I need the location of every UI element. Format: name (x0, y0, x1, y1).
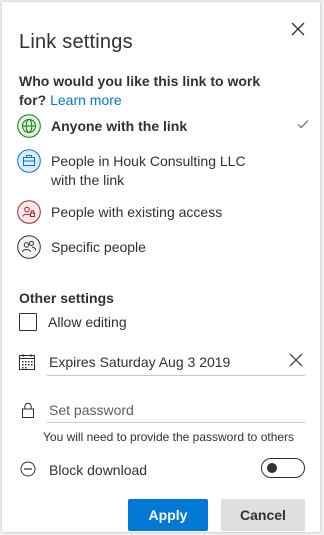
allow-editing-checkbox[interactable] (19, 313, 37, 331)
option-label: People in Houk Consulting LLC with the l… (51, 153, 246, 188)
people-icon (17, 235, 41, 259)
option-label: Specific people (51, 239, 146, 255)
calendar-icon (19, 354, 35, 370)
password-input[interactable] (47, 397, 301, 423)
toggle-knob (267, 463, 277, 473)
allow-editing-row[interactable]: Allow editing (19, 313, 127, 331)
option-people-in-org[interactable]: People in Houk Consulting LLC with the l… (17, 149, 312, 193)
existing-access-icon (17, 200, 41, 224)
expiration-date-text: Expires Saturday Aug 3 2019 (49, 354, 231, 370)
learn-more-link[interactable]: Learn more (50, 92, 122, 108)
option-anyone-with-link[interactable]: Anyone with the link (17, 114, 312, 140)
option-label: Anyone with the link (51, 118, 188, 134)
close-button[interactable] (288, 19, 308, 39)
lock-icon (22, 402, 34, 418)
clear-expiration-icon[interactable] (289, 353, 303, 367)
allow-editing-label: Allow editing (48, 314, 127, 330)
dialog-title: Link settings (19, 31, 133, 53)
password-hint: You will need to provide the password to… (43, 430, 295, 444)
option-specific-people[interactable]: Specific people (17, 235, 312, 261)
option-existing-access[interactable]: People with existing access (17, 200, 312, 226)
option-label: People with existing access (51, 204, 223, 220)
close-icon (291, 22, 305, 36)
password-row (19, 395, 305, 425)
audience-question: Who would you like this link to work for… (19, 72, 269, 110)
briefcase-icon (17, 149, 41, 173)
password-underline (47, 422, 305, 423)
block-download-row: Block download (19, 458, 305, 482)
block-icon (20, 461, 36, 477)
other-settings-title: Other settings (19, 290, 114, 306)
apply-button[interactable]: Apply (128, 499, 208, 531)
expiration-field[interactable]: Expires Saturday Aug 3 2019 (19, 348, 305, 378)
cancel-button[interactable]: Cancel (221, 499, 305, 531)
globe-icon (17, 114, 41, 138)
block-download-label: Block download (49, 462, 148, 478)
checkmark-icon (297, 120, 309, 129)
expiration-underline (47, 375, 305, 376)
block-download-toggle[interactable] (261, 458, 305, 478)
link-settings-dialog: Link settings Who would you like this li… (2, 2, 320, 532)
